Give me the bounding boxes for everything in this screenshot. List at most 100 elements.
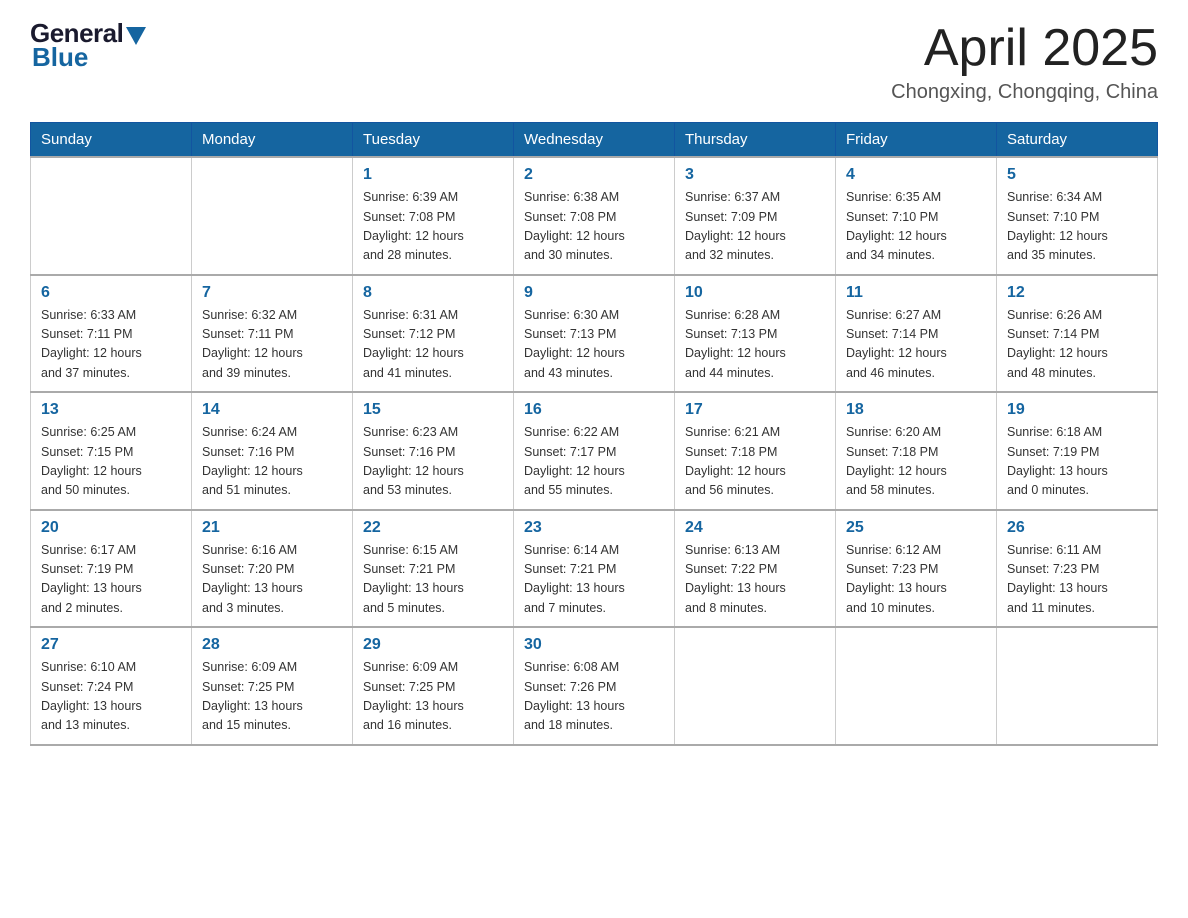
calendar-cell: 18Sunrise: 6:20 AMSunset: 7:18 PMDayligh… — [836, 392, 997, 510]
day-info: Sunrise: 6:38 AMSunset: 7:08 PMDaylight:… — [524, 188, 664, 266]
location-subtitle: Chongxing, Chongqing, China — [891, 81, 1158, 104]
calendar-cell: 16 Sunrise: 6:22 AMSunset: 7:17 PMDayligh… — [514, 392, 675, 510]
calendar-cell: 24 Sunrise: 6:13 AMSunset: 7:22 PMDayligh… — [675, 510, 836, 628]
month-title: April 2025 — [891, 20, 1158, 77]
calendar-cell: 11Sunrise: 6:27 AMSunset: 7:14 PMDayligh… — [836, 275, 997, 393]
calendar-cell: 23 Sunrise: 6:14 AMSunset: 7:21 PMDayligh… — [514, 510, 675, 628]
calendar-cell: 19Sunrise: 6:18 AMSunset: 7:19 PMDayligh… — [997, 392, 1158, 510]
day-info: Sunrise: 6:23 AMSunset: 7:16 PMDaylight:… — [363, 423, 503, 501]
day-number: 16 — [524, 401, 664, 419]
day-info: Sunrise: 6:24 AMSunset: 7:16 PMDaylight:… — [202, 423, 342, 501]
calendar-cell — [192, 157, 353, 275]
page-header: General Blue April 2025 Chongxing, Chong… — [30, 20, 1158, 104]
day-number: 12 — [1007, 284, 1147, 302]
day-info: Sunrise: 6:13 AMSunset: 7:22 PMDaylight:… — [685, 541, 825, 619]
weekday-header-friday: Friday — [836, 123, 997, 158]
day-info: Sunrise: 6:16 AMSunset: 7:20 PMDaylight:… — [202, 541, 342, 619]
day-number: 22 — [363, 519, 503, 537]
day-number: 11 — [846, 284, 986, 302]
day-number: 27 — [41, 636, 181, 654]
calendar-cell: 29 Sunrise: 6:09 AMSunset: 7:25 PMDayligh… — [353, 627, 514, 745]
day-number: 7 — [202, 284, 342, 302]
calendar-cell: 15 Sunrise: 6:23 AMSunset: 7:16 PMDayligh… — [353, 392, 514, 510]
day-info: Sunrise: 6:08 AMSunset: 7:26 PMDaylight:… — [524, 658, 664, 736]
calendar-cell — [675, 627, 836, 745]
day-number: 8 — [363, 284, 503, 302]
day-number: 10 — [685, 284, 825, 302]
day-number: 29 — [363, 636, 503, 654]
calendar-week-row: 20 Sunrise: 6:17 AMSunset: 7:19 PMDayligh… — [31, 510, 1158, 628]
day-number: 13 — [41, 401, 181, 419]
calendar-week-row: 6Sunrise: 6:33 AMSunset: 7:11 PMDaylight… — [31, 275, 1158, 393]
calendar-week-row: 13 Sunrise: 6:25 AMSunset: 7:15 PMDayligh… — [31, 392, 1158, 510]
day-number: 20 — [41, 519, 181, 537]
weekday-header-wednesday: Wednesday — [514, 123, 675, 158]
calendar-cell: 10 Sunrise: 6:28 AMSunset: 7:13 PMDayligh… — [675, 275, 836, 393]
day-info: Sunrise: 6:17 AMSunset: 7:19 PMDaylight:… — [41, 541, 181, 619]
calendar-cell: 8 Sunrise: 6:31 AMSunset: 7:12 PMDaylight… — [353, 275, 514, 393]
day-info: Sunrise: 6:37 AMSunset: 7:09 PMDaylight:… — [685, 188, 825, 266]
calendar-cell: 12 Sunrise: 6:26 AMSunset: 7:14 PMDayligh… — [997, 275, 1158, 393]
title-block: April 2025 Chongxing, Chongqing, China — [891, 20, 1158, 104]
logo: General Blue — [30, 20, 146, 70]
calendar-cell: 4Sunrise: 6:35 AMSunset: 7:10 PMDaylight… — [836, 157, 997, 275]
calendar-cell: 7Sunrise: 6:32 AMSunset: 7:11 PMDaylight… — [192, 275, 353, 393]
day-info: Sunrise: 6:20 AMSunset: 7:18 PMDaylight:… — [846, 423, 986, 501]
calendar-cell: 3 Sunrise: 6:37 AMSunset: 7:09 PMDaylight… — [675, 157, 836, 275]
calendar-cell — [997, 627, 1158, 745]
calendar-cell: 22Sunrise: 6:15 AMSunset: 7:21 PMDayligh… — [353, 510, 514, 628]
day-info: Sunrise: 6:31 AMSunset: 7:12 PMDaylight:… — [363, 306, 503, 384]
calendar-cell: 14 Sunrise: 6:24 AMSunset: 7:16 PMDayligh… — [192, 392, 353, 510]
calendar-cell — [31, 157, 192, 275]
calendar-cell: 1 Sunrise: 6:39 AMSunset: 7:08 PMDaylight… — [353, 157, 514, 275]
day-number: 5 — [1007, 166, 1147, 184]
day-number: 3 — [685, 166, 825, 184]
day-info: Sunrise: 6:26 AMSunset: 7:14 PMDaylight:… — [1007, 306, 1147, 384]
logo-triangle-icon — [126, 27, 146, 45]
calendar-cell: 27Sunrise: 6:10 AMSunset: 7:24 PMDayligh… — [31, 627, 192, 745]
calendar-header: SundayMondayTuesdayWednesdayThursdayFrid… — [31, 123, 1158, 158]
day-number: 6 — [41, 284, 181, 302]
day-info: Sunrise: 6:34 AMSunset: 7:10 PMDaylight:… — [1007, 188, 1147, 266]
calendar-cell: 26 Sunrise: 6:11 AMSunset: 7:23 PMDayligh… — [997, 510, 1158, 628]
day-info: Sunrise: 6:09 AMSunset: 7:25 PMDaylight:… — [363, 658, 503, 736]
calendar-week-row: 1 Sunrise: 6:39 AMSunset: 7:08 PMDaylight… — [31, 157, 1158, 275]
calendar-cell: 5 Sunrise: 6:34 AMSunset: 7:10 PMDaylight… — [997, 157, 1158, 275]
day-number: 19 — [1007, 401, 1147, 419]
logo-blue-text: Blue — [30, 44, 146, 70]
calendar-cell: 2Sunrise: 6:38 AMSunset: 7:08 PMDaylight… — [514, 157, 675, 275]
calendar-cell: 20 Sunrise: 6:17 AMSunset: 7:19 PMDayligh… — [31, 510, 192, 628]
day-info: Sunrise: 6:12 AMSunset: 7:23 PMDaylight:… — [846, 541, 986, 619]
day-info: Sunrise: 6:35 AMSunset: 7:10 PMDaylight:… — [846, 188, 986, 266]
calendar-table: SundayMondayTuesdayWednesdayThursdayFrid… — [30, 122, 1158, 746]
calendar-cell: 6Sunrise: 6:33 AMSunset: 7:11 PMDaylight… — [31, 275, 192, 393]
day-info: Sunrise: 6:28 AMSunset: 7:13 PMDaylight:… — [685, 306, 825, 384]
calendar-cell: 25 Sunrise: 6:12 AMSunset: 7:23 PMDayligh… — [836, 510, 997, 628]
day-number: 30 — [524, 636, 664, 654]
day-info: Sunrise: 6:21 AMSunset: 7:18 PMDaylight:… — [685, 423, 825, 501]
calendar-cell: 9 Sunrise: 6:30 AMSunset: 7:13 PMDaylight… — [514, 275, 675, 393]
day-number: 15 — [363, 401, 503, 419]
day-info: Sunrise: 6:11 AMSunset: 7:23 PMDaylight:… — [1007, 541, 1147, 619]
day-number: 14 — [202, 401, 342, 419]
calendar-cell: 13 Sunrise: 6:25 AMSunset: 7:15 PMDayligh… — [31, 392, 192, 510]
day-number: 23 — [524, 519, 664, 537]
day-number: 24 — [685, 519, 825, 537]
weekday-header-monday: Monday — [192, 123, 353, 158]
calendar-week-row: 27Sunrise: 6:10 AMSunset: 7:24 PMDayligh… — [31, 627, 1158, 745]
weekday-header-row: SundayMondayTuesdayWednesdayThursdayFrid… — [31, 123, 1158, 158]
day-number: 25 — [846, 519, 986, 537]
day-info: Sunrise: 6:09 AMSunset: 7:25 PMDaylight:… — [202, 658, 342, 736]
day-info: Sunrise: 6:14 AMSunset: 7:21 PMDaylight:… — [524, 541, 664, 619]
day-number: 9 — [524, 284, 664, 302]
day-info: Sunrise: 6:22 AMSunset: 7:17 PMDaylight:… — [524, 423, 664, 501]
weekday-header-tuesday: Tuesday — [353, 123, 514, 158]
weekday-header-saturday: Saturday — [997, 123, 1158, 158]
day-number: 28 — [202, 636, 342, 654]
calendar-cell: 28 Sunrise: 6:09 AMSunset: 7:25 PMDayligh… — [192, 627, 353, 745]
day-number: 1 — [363, 166, 503, 184]
day-info: Sunrise: 6:30 AMSunset: 7:13 PMDaylight:… — [524, 306, 664, 384]
day-info: Sunrise: 6:39 AMSunset: 7:08 PMDaylight:… — [363, 188, 503, 266]
day-info: Sunrise: 6:25 AMSunset: 7:15 PMDaylight:… — [41, 423, 181, 501]
day-number: 26 — [1007, 519, 1147, 537]
